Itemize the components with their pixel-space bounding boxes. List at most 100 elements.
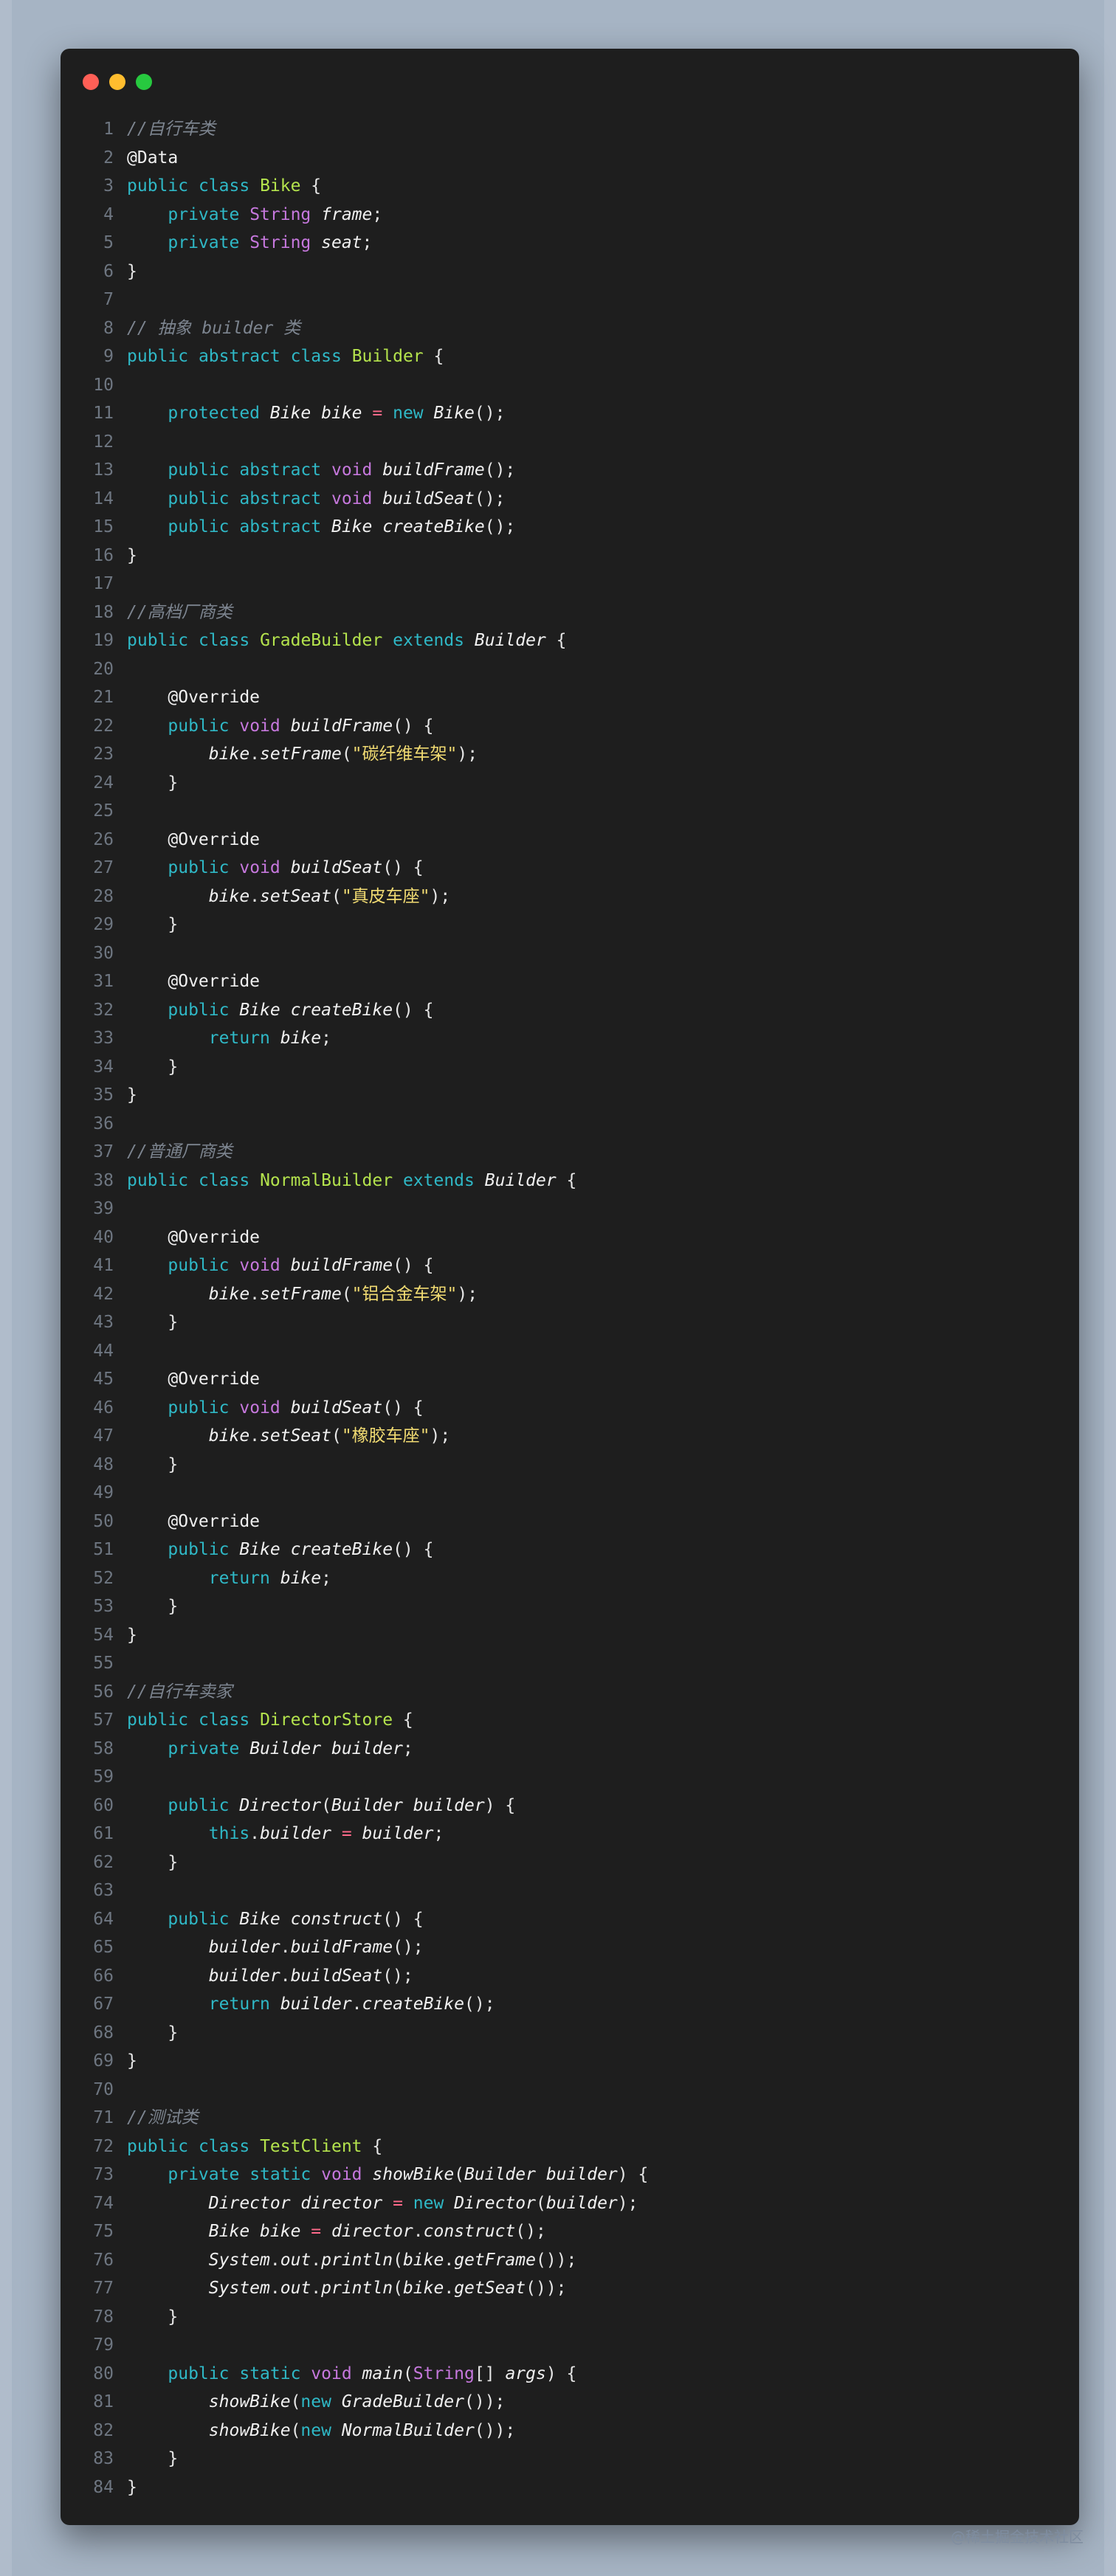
- code-token: this: [208, 1824, 250, 1843]
- code-text: //普通厂商类: [127, 1138, 1079, 1167]
- code-line: 17: [61, 570, 1079, 598]
- code-text: private static void showBike(Builder bui…: [127, 2161, 1079, 2189]
- code-line: 8 // 抽象 builder 类: [61, 314, 1079, 343]
- code-token: @Override: [168, 1370, 261, 1389]
- code-token: public: [127, 347, 189, 366]
- code-token: new: [413, 2193, 444, 2213]
- code-token: System: [208, 2250, 270, 2270]
- code-text: @Override: [127, 683, 1079, 712]
- code-text: public class Bike {: [127, 172, 1079, 201]
- code-token: createBike: [290, 1540, 393, 1559]
- code-token: () {: [382, 1909, 424, 1929]
- code-text: public void buildSeat() {: [127, 1394, 1079, 1423]
- code-token: class: [198, 631, 250, 650]
- minimize-dot-icon[interactable]: [109, 74, 125, 90]
- code-token: builder: [280, 1995, 352, 2014]
- line-number: 3: [103, 176, 114, 196]
- code-text: Bike bike = director.construct();: [127, 2217, 1079, 2246]
- code-token: Bike: [239, 1000, 280, 1020]
- code-token: director: [300, 2193, 383, 2213]
- code-text: return builder.createBike();: [127, 1990, 1079, 2019]
- code-token: public: [168, 1795, 230, 1815]
- code-token: {: [393, 1710, 413, 1730]
- line-number: 74: [93, 2193, 114, 2213]
- code-line: 47 bike.setSeat("橡胶车座");: [61, 1422, 1079, 1451]
- code-token: abstract: [239, 488, 322, 508]
- line-number: 56: [93, 1682, 114, 1702]
- code-text: }: [127, 1451, 1079, 1479]
- code-text: }: [127, 2019, 1079, 2048]
- code-token: bike: [280, 1568, 322, 1588]
- code-token: buildSeat: [290, 1398, 383, 1418]
- code-token: ;: [372, 204, 383, 224]
- code-token: builder: [362, 1824, 434, 1843]
- code-line: 83 }: [61, 2445, 1079, 2473]
- code-token: showBike: [208, 2392, 291, 2411]
- code-line: 40 @Override: [61, 1223, 1079, 1252]
- code-token: "铝合金车架": [351, 1284, 458, 1304]
- line-number: 29: [93, 915, 114, 934]
- code-token: main: [362, 2363, 403, 2383]
- code-token: []: [474, 2363, 506, 2383]
- code-text: System.out.println(bike.getSeat());: [127, 2274, 1079, 2303]
- line-number: 39: [93, 1199, 114, 1218]
- line-number: 63: [93, 1881, 114, 1900]
- code-token: builder: [545, 2165, 618, 2184]
- line-number: 36: [93, 1113, 114, 1133]
- code-text: public class DirectorStore {: [127, 1706, 1079, 1735]
- code-token: );: [457, 745, 478, 764]
- code-token: ();: [484, 460, 516, 480]
- code-line: 67 return builder.createBike();: [61, 1990, 1079, 2019]
- line-number: 38: [93, 1170, 114, 1190]
- code-text: //自行车卖家: [127, 1678, 1079, 1707]
- code-token: );: [430, 1426, 451, 1446]
- code-token: }: [127, 1852, 179, 1872]
- code-text: bike.setFrame("铝合金车架");: [127, 1280, 1079, 1309]
- code-text: private String frame;: [127, 201, 1079, 229]
- line-number: 61: [93, 1824, 114, 1843]
- code-text: @Data: [127, 144, 1079, 173]
- code-token: }: [127, 1625, 137, 1645]
- line-number: 40: [93, 1227, 114, 1247]
- line-number: 84: [93, 2477, 114, 2497]
- code-token: (: [393, 2250, 403, 2270]
- code-token: public: [127, 1170, 189, 1190]
- close-dot-icon[interactable]: [83, 74, 99, 90]
- code-token: .: [413, 2222, 424, 2241]
- code-token: private: [168, 1738, 240, 1758]
- code-line: 84}: [61, 2473, 1079, 2502]
- code-line: 7: [61, 286, 1079, 314]
- code-line: 51 public Bike createBike() {: [61, 1536, 1079, 1564]
- code-token: =: [393, 2193, 403, 2213]
- maximize-dot-icon[interactable]: [136, 74, 152, 90]
- code-token: bike: [208, 745, 250, 764]
- code-token: public: [168, 1256, 230, 1275]
- code-token: "真皮车座": [341, 886, 430, 906]
- code-text: //自行车类: [127, 115, 1079, 144]
- code-token: Director: [239, 1795, 322, 1815]
- code-token: );: [617, 2193, 638, 2213]
- code-text: bike.setSeat("橡胶车座");: [127, 1422, 1079, 1451]
- code-text: @Override: [127, 1365, 1079, 1394]
- code-token: public: [168, 1398, 230, 1418]
